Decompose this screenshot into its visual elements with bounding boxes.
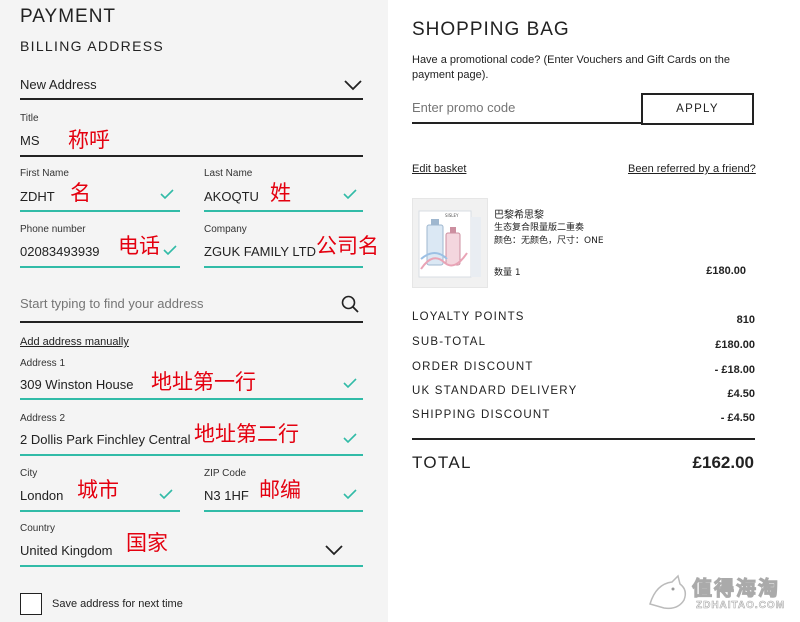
product-price: £180.00 <box>706 265 746 277</box>
address2-label: Address 2 <box>20 413 66 424</box>
product-variant: 颜色：无颜色，尺寸：ONE <box>494 236 604 246</box>
svg-text:SISLEY: SISLEY <box>445 213 459 218</box>
phone-label: Phone number <box>20 224 86 235</box>
product-name: 生态复合限量版二重奏 <box>494 223 585 233</box>
billing-address-title: BILLING ADDRESS <box>20 38 164 54</box>
first-name-label: First Name <box>20 168 69 179</box>
loyalty-points-label: LOYALTY POINTS <box>412 311 525 323</box>
check-icon <box>343 378 357 389</box>
country-value: United Kingdom <box>20 543 113 558</box>
product-quantity: 数量 1 <box>494 268 521 278</box>
loyalty-points-value: 810 <box>736 314 755 326</box>
address1-value: 309 Winston House <box>20 377 134 392</box>
zip-value: N3 1HF <box>204 488 249 503</box>
first-name-annotation: 名 <box>70 181 91 205</box>
subtotal-value: £180.00 <box>715 339 755 351</box>
shipping-discount-value: - £4.50 <box>720 412 755 424</box>
check-icon <box>343 433 357 444</box>
watermark-en: ZDHAITAO.COM <box>696 600 786 612</box>
city-label: City <box>20 468 38 479</box>
total-label: TOTAL <box>412 453 472 472</box>
phone-annotation: 电话 <box>118 234 160 258</box>
search-icon[interactable] <box>341 295 359 313</box>
total-value: £162.00 <box>692 453 754 472</box>
payment-panel: PAYMENT BILLING ADDRESS New Address Titl… <box>0 0 388 622</box>
last-name-annotation: 姓 <box>270 181 291 205</box>
product-image[interactable]: SISLEY <box>412 198 488 288</box>
first-name-field[interactable]: First Name ZDHT <box>20 168 180 212</box>
country-select[interactable]: Country United Kingdom <box>20 523 363 569</box>
watermark-cn: 值得海淘 <box>692 576 780 601</box>
check-icon <box>160 189 174 200</box>
shipping-discount-label: SHIPPING DISCOUNT <box>412 409 551 421</box>
delivery-value: £4.50 <box>727 388 755 400</box>
chevron-down-icon <box>325 545 343 556</box>
company-value: ZGUK FAMILY LTD <box>204 244 316 259</box>
order-discount-value: - £18.00 <box>714 364 755 376</box>
chevron-down-icon <box>344 80 362 91</box>
last-name-label: Last Name <box>204 168 253 179</box>
address2-field[interactable]: Address 2 2 Dollis Park Finchley Central <box>20 413 363 457</box>
company-label: Company <box>204 224 247 235</box>
address-search[interactable] <box>20 290 363 324</box>
city-value: London <box>20 488 64 503</box>
zip-label: ZIP Code <box>204 468 247 479</box>
delivery-label: UK STANDARD DELIVERY <box>412 385 578 397</box>
promo-help-text: Have a promotional code? (Enter Vouchers… <box>412 54 730 81</box>
order-discount-label: ORDER DISCOUNT <box>412 361 534 373</box>
referred-friend-link[interactable]: Been referred by a friend? <box>628 163 756 175</box>
address1-annotation: 地址第一行 <box>151 370 256 394</box>
shopping-bag-title: SHOPPING BAG <box>412 19 570 40</box>
company-annotation: 公司名 <box>316 234 379 258</box>
summary-divider <box>412 438 755 440</box>
product-box-image: SISLEY <box>418 210 481 278</box>
last-name-value: AKOQTU <box>204 189 259 204</box>
promo-underline <box>412 122 642 124</box>
save-address-label: Save address for next time <box>52 598 183 610</box>
watermark: 值得海淘 ZDHAITAO.COM <box>646 570 796 620</box>
address-select-value: New Address <box>20 77 97 92</box>
address1-label: Address 1 <box>20 358 66 369</box>
fox-logo-icon <box>649 574 687 610</box>
check-icon <box>163 245 177 256</box>
address2-value: 2 Dollis Park Finchley Central <box>20 432 191 447</box>
apply-button[interactable]: APPLY <box>641 93 754 125</box>
phone-value: 02083493939 <box>20 244 100 259</box>
payment-title: PAYMENT <box>20 6 117 27</box>
check-icon <box>343 489 357 500</box>
product-brand: 巴黎希思黎 <box>494 210 544 221</box>
zip-annotation: 邮编 <box>259 478 301 502</box>
check-icon <box>343 189 357 200</box>
promo-code-input[interactable] <box>412 96 638 118</box>
save-address-checkbox[interactable] <box>20 593 42 615</box>
check-icon <box>159 489 173 500</box>
title-label: Title <box>20 113 39 124</box>
country-annotation: 国家 <box>126 531 168 555</box>
add-address-manually-link[interactable]: Add address manually <box>20 336 129 348</box>
title-annotation: 称呼 <box>68 128 110 152</box>
edit-basket-link[interactable]: Edit basket <box>412 163 466 175</box>
title-value: MS <box>20 133 40 148</box>
address-search-input[interactable] <box>20 292 320 314</box>
country-label: Country <box>20 523 56 534</box>
shopping-bag-panel: SHOPPING BAG Have a promotional code? (E… <box>388 0 800 622</box>
address-select[interactable]: New Address <box>20 68 363 100</box>
subtotal-label: SUB-TOTAL <box>412 336 487 348</box>
address2-annotation: 地址第二行 <box>194 422 299 446</box>
city-annotation: 城市 <box>77 478 119 502</box>
first-name-value: ZDHT <box>20 189 55 204</box>
